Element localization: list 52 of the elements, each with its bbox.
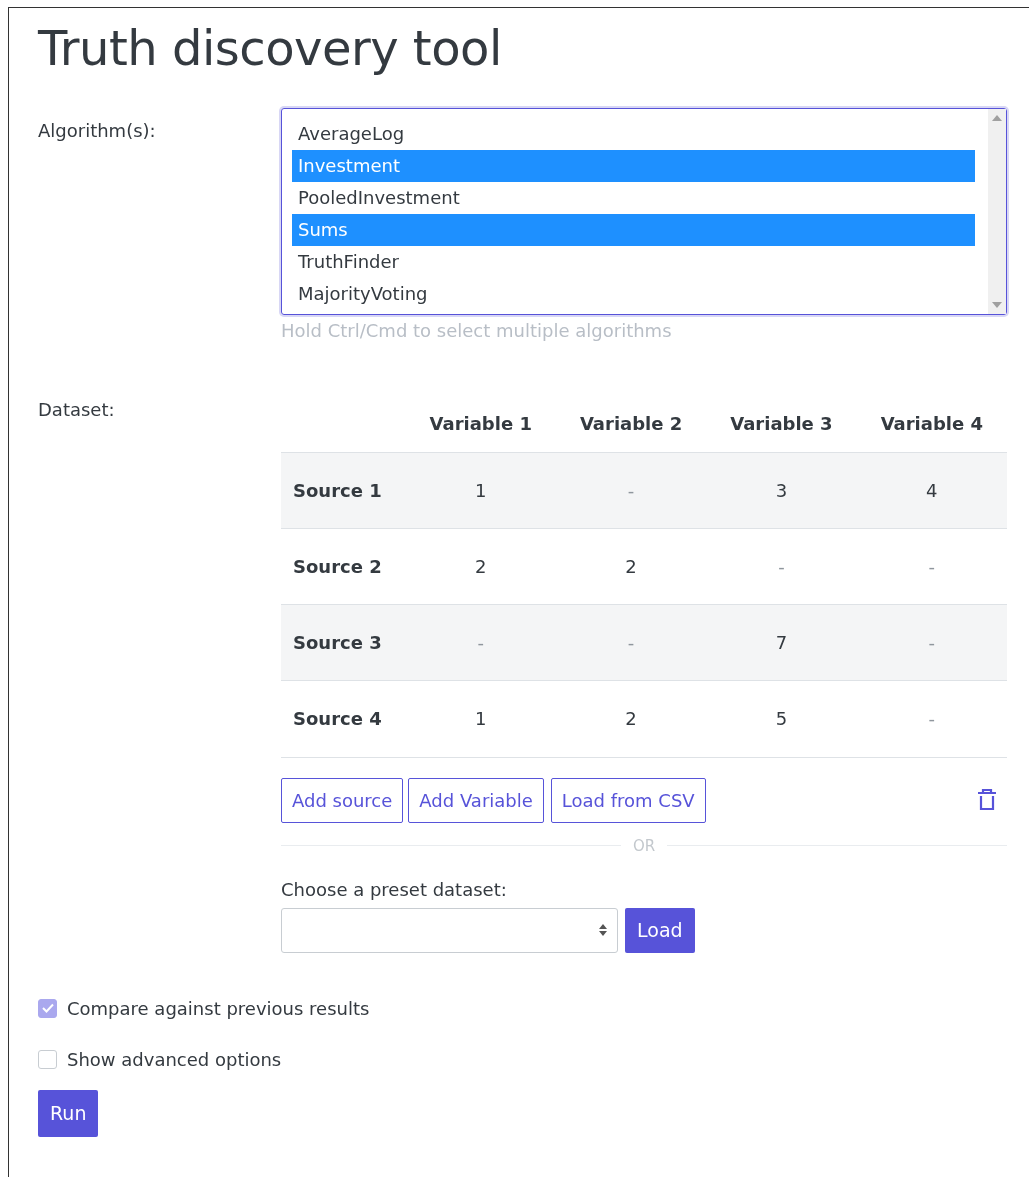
table-cell: - [405,604,556,681]
list-option[interactable]: AverageLog [292,118,975,150]
outline-button[interactable]: Add Variable [408,777,544,823]
delete-button[interactable] [977,789,997,811]
column-header: Variable 3 [706,389,857,453]
table-cell: 3 [706,452,857,529]
list-option[interactable]: TruthFinder [292,246,975,278]
column-header: Variable 1 [405,389,556,453]
checkmark-icon [41,1003,54,1013]
table-cell: 4 [856,452,1007,529]
table-cell: 5 [706,680,857,757]
table-cell: - [706,528,857,605]
row-header: Source 1 [281,452,406,529]
list-option[interactable]: PooledInvestment [292,182,975,214]
checkbox-label[interactable]: Show advanced options [67,1048,282,1070]
table-cell: 1 [405,452,556,529]
table-cell: 1 [405,680,556,757]
divider-text: OR [631,836,657,855]
scroll-down-icon[interactable] [992,302,1002,308]
table-cell: - [555,452,707,529]
column-header: Variable 2 [555,389,707,453]
field-label: Algorithm(s): [38,119,157,143]
outline-button[interactable]: Load from CSV [550,777,706,823]
column-header: Variable 4 [856,389,1007,453]
table-cell: - [856,528,1007,605]
outline-button[interactable]: Add source [281,777,404,823]
field-label: Choose a preset dataset: [281,878,508,900]
scrollbar[interactable] [988,109,1006,314]
checkbox[interactable] [38,1049,57,1069]
sort-icon [598,922,608,938]
table-cell: - [555,604,707,681]
algorithm-list[interactable]: AverageLog Investment PooledInvestment Sums TruthFinder MajorityVoting [281,108,1007,315]
help-text: Hold Ctrl/Cmd to select multiple algorithms [281,320,673,341]
field-label: Dataset: [38,398,116,422]
scroll-up-icon[interactable] [992,115,1002,121]
table-cell: 2 [555,680,707,757]
table-cell: - [856,604,1007,681]
table-cell: - [856,680,1007,757]
table-cell: 2 [405,528,556,605]
load-button[interactable]: Load [625,907,695,953]
checkbox[interactable] [38,998,57,1018]
row-header: Source 4 [281,680,406,757]
row-header: Source 3 [281,604,406,681]
page-title: Truth discovery tool [38,20,503,76]
trash-icon [977,789,997,811]
table-cell: 7 [706,604,857,681]
run-button[interactable]: Run [38,1089,99,1137]
checkbox-label[interactable]: Compare against previous results [67,997,370,1019]
table-cell: 2 [555,528,707,605]
list-option[interactable]: MajorityVoting [292,278,975,310]
row-header: Source 2 [281,528,406,605]
preset-select[interactable] [281,907,618,953]
